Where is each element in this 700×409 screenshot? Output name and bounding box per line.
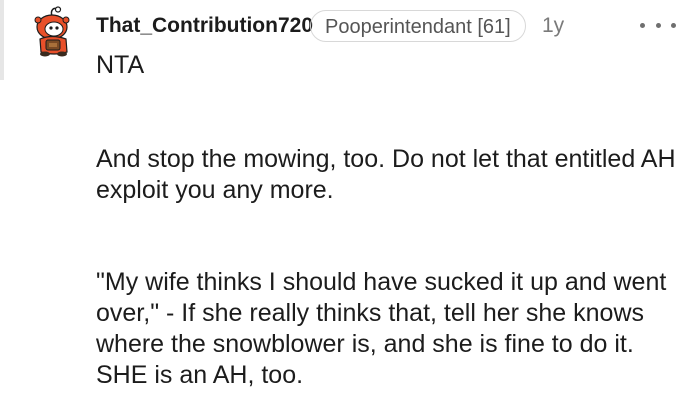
thread-line[interactable] (0, 0, 4, 80)
snoo-avatar-icon[interactable] (30, 6, 78, 58)
comment-paragraph: "My wife thinks I should have sucked it … (96, 268, 667, 389)
user-flair-badge: Pooperintendant [61] (310, 10, 526, 42)
comment-author[interactable]: That_Contribution720 (96, 14, 313, 38)
comment-paragraph: And stop the mowing, too. Do not let tha… (96, 145, 676, 204)
more-dot (655, 22, 661, 28)
more-horizontal-icon[interactable] (640, 16, 676, 34)
comment-age: 1y (542, 14, 565, 37)
comment-paragraph: NTA (96, 51, 145, 79)
more-dot (640, 22, 645, 28)
more-dot (671, 22, 676, 28)
